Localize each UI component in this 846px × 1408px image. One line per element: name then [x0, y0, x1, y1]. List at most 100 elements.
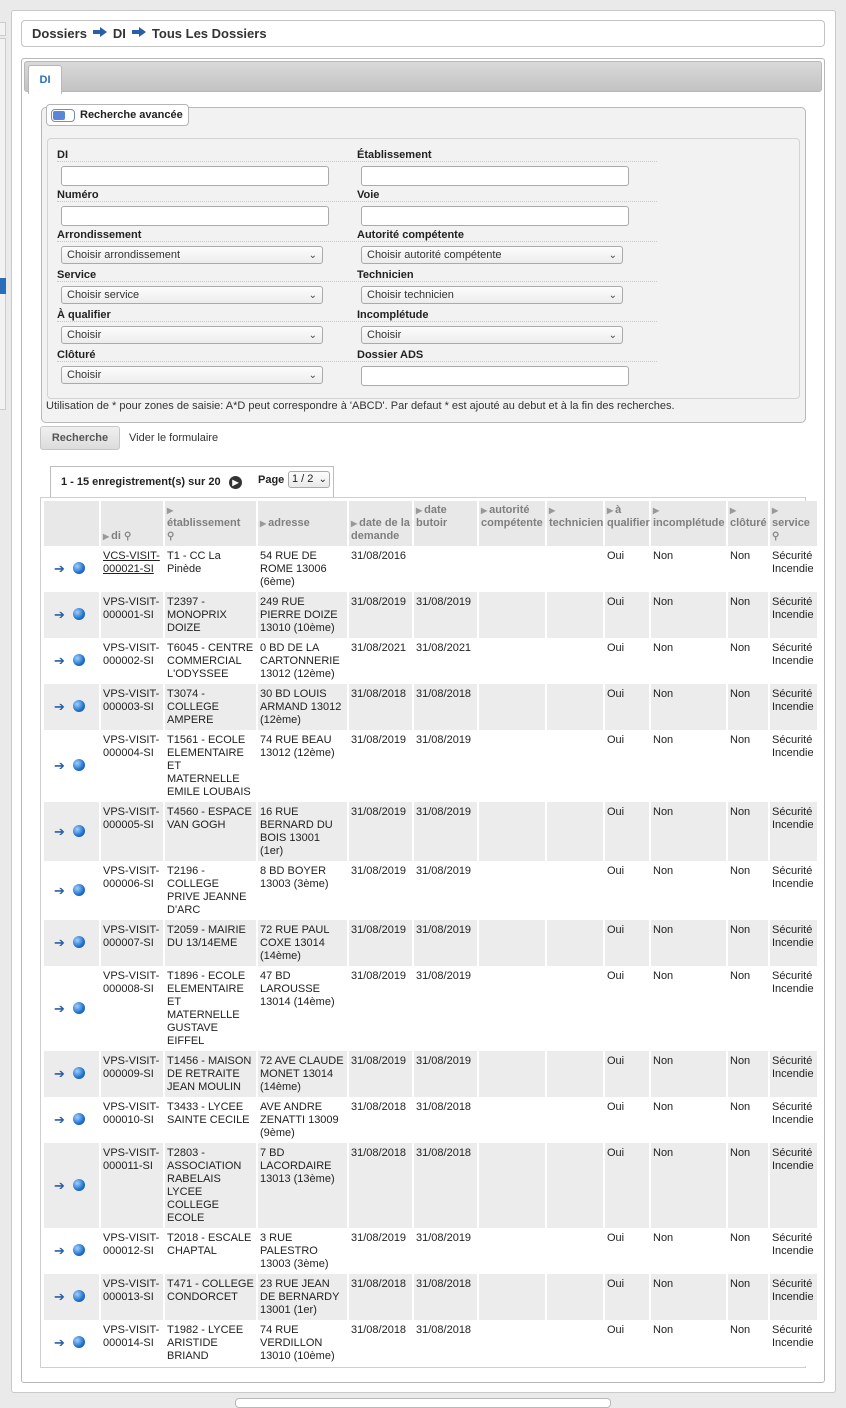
cell-date-butoir: 31/08/2019: [414, 1228, 477, 1274]
globe-icon[interactable]: [72, 654, 85, 666]
incompletude-select[interactable]: Choisir ⌄: [361, 326, 623, 344]
sort-triangle-icon: ▶: [772, 506, 779, 515]
a-qualifier-select[interactable]: Choisir ⌄: [61, 326, 323, 344]
arrow-right-icon[interactable]: ➔: [54, 1001, 65, 1016]
cell-di[interactable]: VPS-VISIT-000003-SI: [101, 684, 163, 730]
globe-icon[interactable]: [72, 936, 85, 948]
arrow-right-icon[interactable]: ➔: [54, 1243, 65, 1258]
arrow-right-icon[interactable]: ➔: [54, 883, 65, 898]
header-incompletude[interactable]: ▶ incomplétude: [651, 501, 726, 546]
arrow-right-icon[interactable]: ➔: [54, 653, 65, 668]
cell-adresse: 72 AVE CLAUDE MONET 13014 (14ème): [258, 1051, 347, 1097]
arrow-right-icon[interactable]: ➔: [54, 1335, 65, 1350]
globe-icon[interactable]: [72, 759, 85, 771]
header-date-demande[interactable]: ▶ date de la demande: [349, 501, 412, 546]
cell-autorite: [479, 730, 545, 802]
cell-technicien: [547, 1320, 603, 1366]
header-technicien[interactable]: ▶ technicien: [547, 501, 603, 546]
table-row: ➔ VPS-VISIT-000008-SI T1896 - ECOLE ELEMEN…: [44, 966, 817, 1051]
arrow-right-icon[interactable]: ➔: [54, 758, 65, 773]
header-date-butoir[interactable]: ▶ date butoir: [414, 501, 477, 546]
cell-di[interactable]: VPS-VISIT-000001-SI: [101, 592, 163, 638]
table-row: ➔ VPS-VISIT-000003-SI T3074 - COLLEGE AMPE…: [44, 684, 817, 730]
cell-incompletude: Non: [651, 966, 726, 1051]
arrow-right-icon[interactable]: ➔: [54, 1066, 65, 1081]
cloture-select[interactable]: Choisir ⌄: [61, 366, 323, 384]
cell-di[interactable]: VPS-VISIT-000009-SI: [101, 1051, 163, 1097]
magnifier-icon[interactable]: ⚲: [167, 531, 174, 542]
cell-di[interactable]: VPS-VISIT-000010-SI: [101, 1097, 163, 1143]
arrondissement-select[interactable]: Choisir arrondissement ⌄: [61, 246, 323, 264]
globe-icon[interactable]: [72, 700, 85, 712]
arrow-right-icon[interactable]: ➔: [54, 1112, 65, 1127]
sort-triangle-icon: ▶: [730, 506, 737, 515]
cell-autorite: [479, 546, 545, 592]
magnifier-icon[interactable]: ⚲: [124, 531, 131, 542]
globe-icon[interactable]: [72, 562, 85, 574]
arrow-right-icon[interactable]: ➔: [54, 607, 65, 622]
cell-di[interactable]: VPS-VISIT-000012-SI: [101, 1228, 163, 1274]
results-table-container: ▶ di ⚲ ▶ établissement ⚲ ▶ adresse ▶ date de …: [40, 497, 817, 1368]
header-adresse[interactable]: ▶ adresse: [258, 501, 347, 546]
globe-icon[interactable]: [72, 1067, 85, 1079]
cell-date-demande: 31/08/2019: [349, 861, 412, 920]
globe-icon[interactable]: [72, 1113, 85, 1125]
cell-di[interactable]: VPS-VISIT-000004-SI: [101, 730, 163, 802]
cell-di[interactable]: VPS-VISIT-000007-SI: [101, 920, 163, 966]
globe-icon[interactable]: [72, 1001, 85, 1014]
cell-di[interactable]: VPS-VISIT-000008-SI: [101, 966, 163, 1051]
autorite-select[interactable]: Choisir autorité compétente ⌄: [361, 246, 623, 264]
table-row: ➔ VPS-VISIT-000007-SI T2059 - MAIRIE DU 13…: [44, 920, 817, 966]
di-input[interactable]: [61, 166, 329, 186]
cell-di[interactable]: VPS-VISIT-000013-SI: [101, 1274, 163, 1320]
cell-di[interactable]: VPS-VISIT-000011-SI: [101, 1143, 163, 1228]
cell-di[interactable]: VPS-VISIT-000005-SI: [101, 802, 163, 861]
cell-a-qualifier: Oui: [605, 592, 649, 638]
globe-icon[interactable]: [72, 1336, 85, 1348]
arrow-right-icon[interactable]: ➔: [54, 935, 65, 950]
globe-icon[interactable]: [72, 824, 85, 837]
technicien-select[interactable]: Choisir technicien ⌄: [361, 286, 623, 304]
cell-di[interactable]: VCS-VISIT-000021-SI: [101, 546, 163, 592]
search-button[interactable]: Recherche: [40, 426, 120, 450]
header-a-qualifier[interactable]: ▶ à qualifier: [605, 501, 650, 546]
globe-icon[interactable]: [72, 1178, 85, 1191]
advanced-search-toggle[interactable]: Recherche avancée: [46, 104, 189, 126]
globe-icon[interactable]: [72, 608, 85, 620]
cell-di[interactable]: VPS-VISIT-000002-SI: [101, 638, 163, 684]
arrow-right-icon[interactable]: ➔: [54, 561, 65, 576]
header-etablissement[interactable]: ▶ établissement ⚲: [165, 501, 256, 546]
cell-incompletude: Non: [651, 1320, 726, 1366]
next-page-icon[interactable]: ▶: [229, 476, 242, 489]
header-service[interactable]: ▶ service ⚲: [770, 501, 817, 546]
globe-icon[interactable]: [72, 1290, 85, 1302]
toggle-switch-icon[interactable]: [51, 108, 75, 122]
header-di[interactable]: ▶ di ⚲: [101, 501, 163, 546]
page-select[interactable]: 1 / 2 ⌄: [288, 471, 330, 488]
globe-icon[interactable]: [72, 1244, 85, 1256]
breadcrumb-item[interactable]: Dossiers: [32, 26, 87, 41]
service-select[interactable]: Choisir service ⌄: [61, 286, 323, 304]
cell-di[interactable]: VPS-VISIT-000006-SI: [101, 861, 163, 920]
voie-input[interactable]: [361, 206, 629, 226]
table-row: ➔ VPS-VISIT-000012-SI T2018 - ESCALE CHAPT…: [44, 1228, 817, 1274]
cell-cloture: Non: [728, 638, 768, 684]
clear-form-link[interactable]: Vider le formulaire: [129, 432, 218, 444]
arrow-right-icon[interactable]: ➔: [54, 699, 65, 714]
cell-di[interactable]: VPS-VISIT-000014-SI: [101, 1320, 163, 1366]
etablissement-input[interactable]: [361, 166, 629, 186]
globe-icon[interactable]: [72, 883, 85, 896]
cell-cloture: Non: [728, 1274, 768, 1320]
header-cloture[interactable]: ▶ clôturé: [728, 501, 768, 546]
tab-di[interactable]: DI: [28, 65, 62, 94]
header-autorite[interactable]: ▶ autorité compétente: [479, 501, 545, 546]
cell-cloture: Non: [728, 730, 768, 802]
breadcrumb-item[interactable]: DI: [113, 26, 126, 41]
arrow-right-icon[interactable]: ➔: [54, 824, 65, 839]
numero-input[interactable]: [61, 206, 329, 226]
pagination-bar: 1 - 15 enregistrement(s) sur 20 ▶ Page 1…: [50, 466, 334, 497]
magnifier-icon[interactable]: ⚲: [772, 531, 779, 542]
arrow-right-icon[interactable]: ➔: [54, 1289, 65, 1304]
arrow-right-icon[interactable]: ➔: [54, 1178, 65, 1193]
dossier-ads-input[interactable]: [361, 366, 629, 386]
